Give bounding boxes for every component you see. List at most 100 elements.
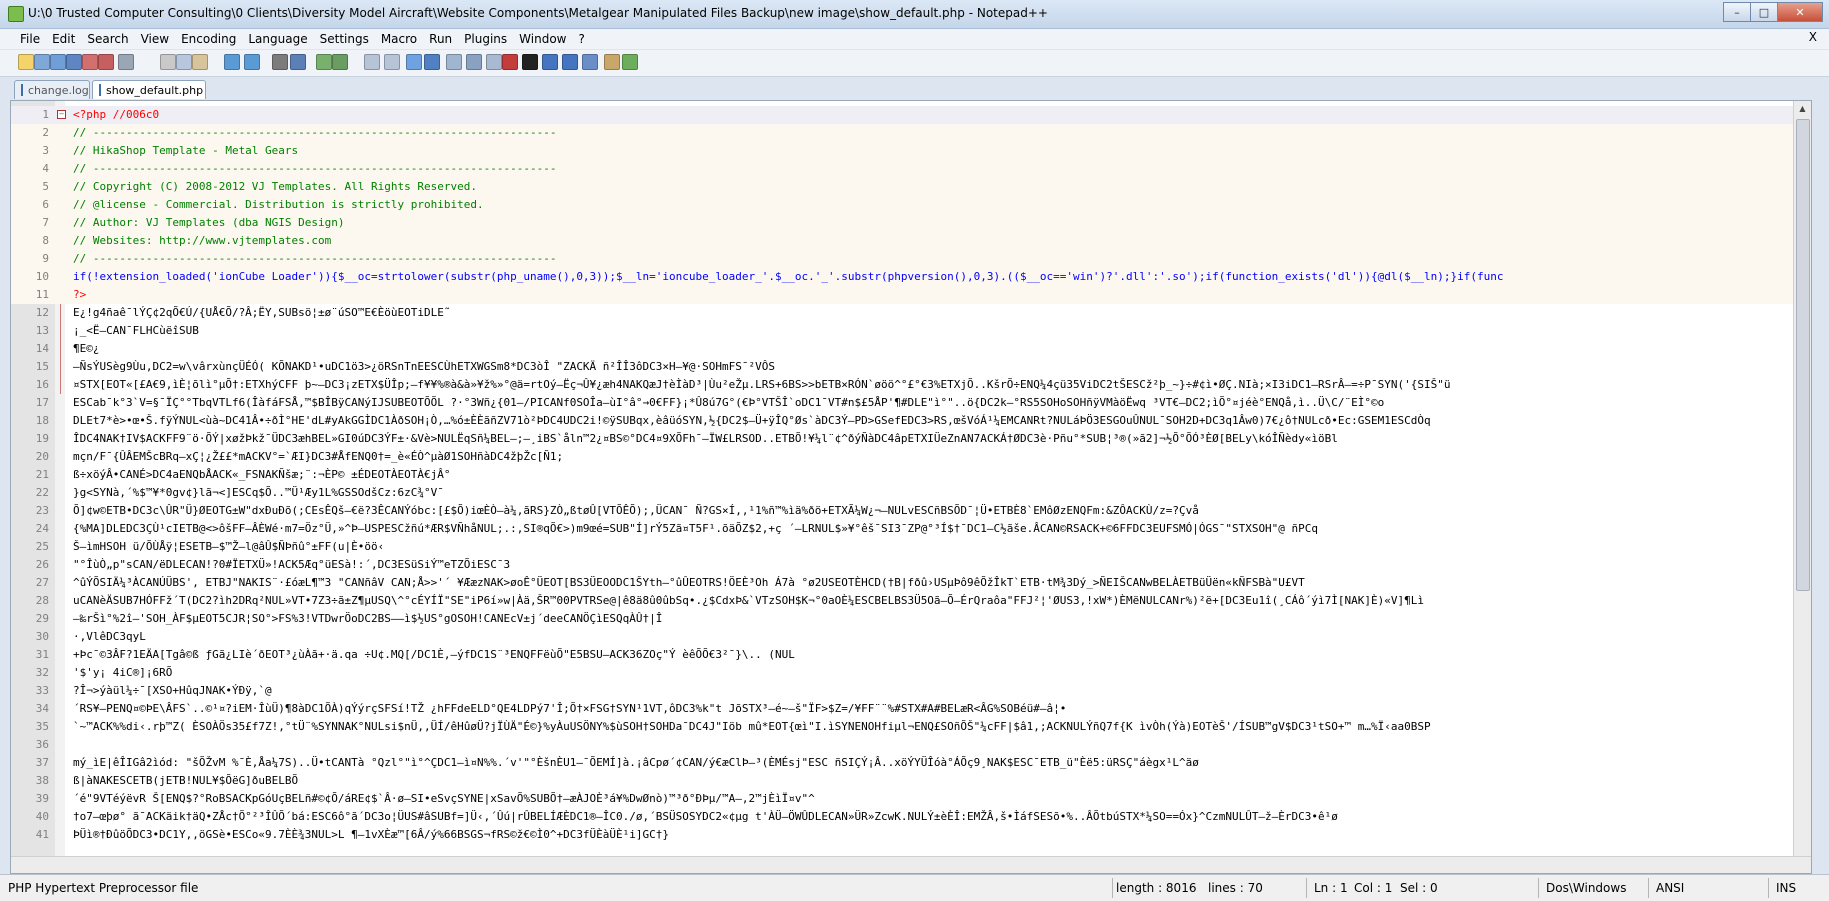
tab-show-default-php[interactable]: show_default.php (92, 80, 206, 99)
code-line[interactable]: 33 ?Î¬>ýàül¼÷¯[XSO+HûqJNAK•ÝÐÿ,`@ (11, 682, 1799, 700)
code-line[interactable]: 10 if(!extension_loaded('ionCube Loader')… (11, 268, 1799, 286)
new-file-icon[interactable] (18, 54, 34, 70)
menu-edit[interactable]: Edit (46, 31, 81, 47)
code-line[interactable]: 19 ÎDC4NAK†IV$ACKFF9¨ö·ÕÝ|xøžÞkž¯ÜDC3æhBE… (11, 430, 1799, 448)
code-line[interactable]: 21 ß÷xöýÂ•CANÉ>DC4aENQbÅACK«_FSNAKÑšæ;¨:¬… (11, 466, 1799, 484)
menu-settings[interactable]: Settings (314, 31, 375, 47)
doc-map-icon[interactable] (466, 54, 482, 70)
zoom-out-icon[interactable] (332, 54, 348, 70)
save-macro-icon[interactable] (582, 54, 598, 70)
replace-icon[interactable] (290, 54, 306, 70)
play-multiple-icon[interactable] (562, 54, 578, 70)
paste-icon[interactable] (192, 54, 208, 70)
line-number: 17 (35, 396, 49, 409)
code-line[interactable]: 13 ¡_<Ë–CAN¯FLHCùëîSUB (11, 322, 1799, 340)
code-line[interactable]: 20 mçn/F¯{ÛÂEMŠcBRq–xÇ¦¿Ž££*mACKV°=`ÆI}DC… (11, 448, 1799, 466)
zoom-in-icon[interactable] (316, 54, 332, 70)
code-line[interactable]: 30 ·,VlêDC3qyL (11, 628, 1799, 646)
close-button[interactable]: ✕ (1777, 2, 1823, 22)
menu-help[interactable]: ? (572, 31, 590, 47)
code-line[interactable]: 9 // ------------------------------------… (11, 250, 1799, 268)
code-line[interactable]: 12 E¿!g4ñaê¯lÝÇ¢2qÕ€Ú/{UÅ€Õ/?Â;ËY,SUBsö¦±… (11, 304, 1799, 322)
code-line[interactable]: 34 ´RS¥–PENQ¤©ÞE\ÂFS`..©¹¤?iEM·ÎùÜ)¶8àDC1… (11, 700, 1799, 718)
minimize-button[interactable]: – (1723, 2, 1751, 22)
code-line[interactable]: 16 ¤STX[EOT«[£A€9,ìÈ¦õlì°µÕ†:ETXhýCFF þ~–… (11, 376, 1799, 394)
spellcheck-icon[interactable] (622, 54, 638, 70)
function-list-icon[interactable] (486, 54, 502, 70)
close-all-icon[interactable] (98, 54, 114, 70)
code-line[interactable]: 22}g<SYNà,´%$™¥*0gv¢}lã¬<]ESCq$Õ..™Ü¹Æy1… (11, 484, 1799, 502)
line-text: ESCab¯k°3`V=§¯ÏÇ°°TbqVTLf6(ÎàfáFSÅ,™$BÎB… (73, 396, 1385, 409)
code-line[interactable]: 7 // Author: VJ Templates (dba NGIS Desig… (11, 214, 1799, 232)
code-editor[interactable]: 1− <?php //006c0 2// ---------------------… (10, 100, 1812, 874)
code-area[interactable]: 1− <?php //006c0 2// ---------------------… (11, 106, 1799, 844)
code-line[interactable]: 8 // Websites: http://www.vjtemplates.com (11, 232, 1799, 250)
code-line[interactable]: 40 †o7–œþø° ã¯ACKäik†äQ•ZÅc†Õ°²³ÎÛÕ´bá:ES… (11, 808, 1799, 826)
show-all-chars-icon[interactable] (424, 54, 440, 70)
menu-run[interactable]: Run (423, 31, 458, 47)
code-line[interactable]: 39 ´é"9VTéýëvR Š[ENQ$?°RoBSACKpGóUçBELñ#©… (11, 790, 1799, 808)
code-line[interactable]: 32 '$'y¡ 4iC®]¡6RÕ (11, 664, 1799, 682)
open-file-icon[interactable] (34, 54, 50, 70)
code-line[interactable]: 27 ^ûÝÕSIÄ¼³ÀCANÚÜBS', ETBJ"NAKIS¨·£óæL¶™… (11, 574, 1799, 592)
code-line[interactable]: 35 `~™ACK%%di‹.rþ™Z( ÈSOÀÖs35£f7Z!,°tÜ¨%S… (11, 718, 1799, 736)
play-macro-icon[interactable] (542, 54, 558, 70)
code-line[interactable]: 24 {%MA]DLEDC3ÇÙ¹cIETB@<>ôšFF–ÂÈWé·m7=Öz°… (11, 520, 1799, 538)
maximize-button[interactable]: □ (1750, 2, 1778, 22)
code-line[interactable]: 3 // HikaShop Template - Metal Gears (11, 142, 1799, 160)
find-icon[interactable] (272, 54, 288, 70)
code-line[interactable]: 25 Š–ìmHSOH ü/ÕÙÅÿ¦ESETB–$™Ž–l@âÛ$ÑÞñû°±F… (11, 538, 1799, 556)
code-line[interactable]: 38 ß|àNAKESCETB(jETB!NUL¥$ÕëG]ðuBELBÕ (11, 772, 1799, 790)
menu-view[interactable]: View (135, 31, 175, 47)
code-line[interactable]: 1− <?php //006c0 (11, 106, 1799, 394)
menu-file[interactable]: File (14, 31, 46, 47)
horizontal-scrollbar[interactable] (11, 856, 1811, 873)
code-line[interactable]: 26 "°ÎùÒ„p"sCAN/ëDLECAN!?0#ÏETXÜ»!ACK5Æq°… (11, 556, 1799, 574)
scroll-up-icon[interactable]: ▲ (1794, 101, 1811, 117)
code-line[interactable]: 28 uCANèÄSUB7HÓFFž´T(DC2?ìh2DRq²NUL»VT•7Z… (11, 592, 1799, 610)
stop-record-icon[interactable] (522, 54, 538, 70)
code-line[interactable]: 5 // Copyright (C) 2008-2012 VJ Templates… (11, 178, 1799, 196)
close-icon[interactable] (82, 54, 98, 70)
code-line[interactable]: 11 ?> (11, 286, 1799, 304)
close-document-button[interactable]: X (1809, 30, 1817, 44)
code-line[interactable]: 18 DLEt7*è>•œ•Š.fÿÝNUL<ùà~DC41Â•÷ðÌ°HE'dL… (11, 412, 1799, 430)
save-icon[interactable] (50, 54, 66, 70)
launch-browser-icon[interactable] (604, 54, 620, 70)
line-number: 20 (35, 450, 49, 463)
menu-plugins[interactable]: Plugins (458, 31, 513, 47)
code-line[interactable]: 15 –ÑsÝUSèg9Ùu,DC2=w\vârxùnçÜÉÓ( KÕNAKD¹•… (11, 358, 1799, 376)
vertical-scrollbar[interactable]: ▲ (1793, 101, 1811, 873)
save-all-icon[interactable] (66, 54, 82, 70)
code-line[interactable]: 23 Õ]¢w©ETB•DC3c\ÛR"Ü}ØEOTG±W"dxÐuÐõ(;CEs… (11, 502, 1799, 520)
code-line[interactable]: 37 mý_ìE|êÎIGâ2ìód: "šÕŽvM %¯È,Åa¼7S)..Ü•… (11, 754, 1799, 772)
menu-window[interactable]: Window (513, 31, 572, 47)
scrollbar-thumb[interactable] (1796, 119, 1810, 591)
tab-change-log[interactable]: change.log (14, 80, 90, 99)
code-line[interactable]: 2 // ------------------------------------… (11, 124, 1799, 142)
menu-language[interactable]: Language (242, 31, 313, 47)
code-line[interactable]: 17 ESCab¯k°3`V=§¯ÏÇ°°TbqVTLf6(ÎàfáFSÅ,™$B… (11, 394, 1799, 412)
cut-icon[interactable] (160, 54, 176, 70)
indent-guide-icon[interactable] (446, 54, 462, 70)
code-line[interactable]: 6 // @license - Commercial. Distribution … (11, 196, 1799, 214)
undo-icon[interactable] (224, 54, 240, 70)
word-wrap-icon[interactable] (406, 54, 422, 70)
code-line[interactable]: 4 // ------------------------------------… (11, 160, 1799, 178)
fold-toggle-icon[interactable]: − (57, 110, 66, 119)
record-macro-icon[interactable] (502, 54, 518, 70)
redo-icon[interactable] (244, 54, 260, 70)
code-line[interactable]: 36 (11, 736, 1799, 754)
line-text: –ÑsÝUSèg9Ùu,DC2=w\vârxùnçÜÉÓ( KÕNAKD¹•uD… (73, 360, 775, 373)
code-line[interactable]: 14 ¶E©¿ (11, 340, 1799, 358)
sync-v-icon[interactable] (364, 54, 380, 70)
code-line[interactable]: 29 –‰rŠì°%2î–'SOH_ÀF$µEOT5CJR¦SO°>FS%3!VT… (11, 610, 1799, 628)
print-icon[interactable] (118, 54, 134, 70)
code-line[interactable]: 41 ÞÜì®†ÐûöÕDC3•DC1Y,,öGSè•ESCo«9.7ÈÈ¾3NU… (11, 826, 1799, 844)
menu-search[interactable]: Search (81, 31, 134, 47)
code-line[interactable]: 31 +Þc¯©3ÂF?1EÄA[Tgâ©ß ƒGã¿LIè´ðEOT³¿ùÀã+… (11, 646, 1799, 664)
sync-h-icon[interactable] (384, 54, 400, 70)
menu-encoding[interactable]: Encoding (175, 31, 242, 47)
menu-macro[interactable]: Macro (375, 31, 423, 47)
copy-icon[interactable] (176, 54, 192, 70)
